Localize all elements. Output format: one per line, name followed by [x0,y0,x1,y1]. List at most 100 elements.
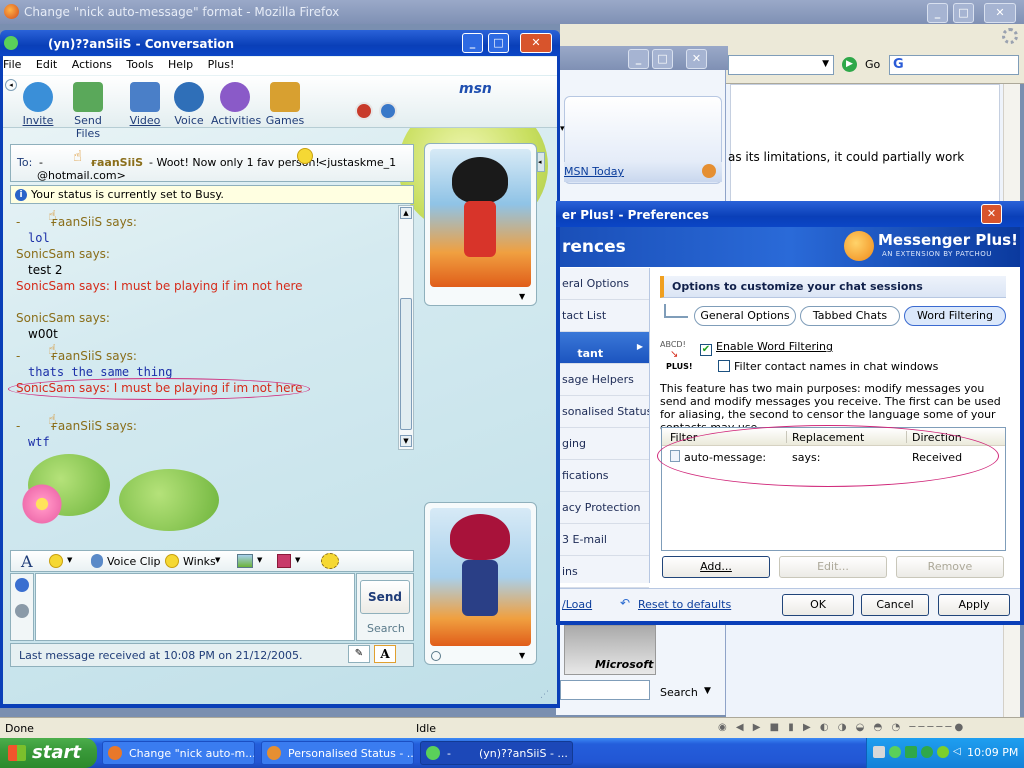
media-controls[interactable]: ◉ ◀ ▶ ■ ▮ ▶ ◐ ◑ ◒ ◓ ◔ ─────● [718,722,1008,735]
cancel-button[interactable]: Cancel [861,594,929,616]
message-input[interactable] [35,573,355,641]
winks-button[interactable]: Winks [183,555,216,568]
nav-personalised-status[interactable]: sonalised Status [560,396,649,428]
nav-message-helpers[interactable]: sage Helpers [560,364,649,396]
nav-notifications[interactable]: fications [560,460,649,492]
scroll-up-icon[interactable]: ▲ [400,207,412,219]
edit-button[interactable]: Edit... [779,556,887,578]
taskbar-firefox-button[interactable]: Change "nick auto-m... [102,741,255,765]
firefox-close-button[interactable]: ✕ [984,3,1016,23]
nav-instant-messages[interactable]: tant essages ▶ [560,332,649,364]
scroll-thumb[interactable] [400,298,412,430]
menu-help[interactable]: Help [168,58,193,71]
remove-button[interactable]: Remove [896,556,1004,578]
gift-dropdown-icon[interactable]: ▼ [295,556,300,564]
prefs-close-button[interactable]: ✕ [981,204,1002,224]
tray-shield-icon[interactable] [905,746,917,758]
tray-network-icon[interactable] [873,746,885,758]
nudge-icon[interactable] [321,553,339,569]
personalised-maximize-button[interactable]: □ [652,49,673,69]
firefox-search-field[interactable]: G [889,55,1019,75]
voice-button[interactable]: Voice [171,82,207,127]
menu-tools[interactable]: Tools [126,58,153,71]
block-icon[interactable] [355,102,373,120]
tab-word-filtering[interactable]: Word Filtering [904,306,1006,326]
firefox-maximize-button[interactable]: □ [953,3,974,23]
firefox-minimize-button[interactable]: _ [927,3,948,23]
personalised-search-field[interactable] [560,680,650,700]
to-bar-collapse-icon[interactable]: ◂ [537,152,545,172]
voice-clip-button[interactable]: Voice Clip [107,555,161,568]
background-dropdown-icon[interactable]: ▼ [257,556,262,564]
msn-today-link[interactable]: MSN Today [564,162,722,182]
nav-general-options[interactable]: eral Options [560,268,649,300]
save-load-link[interactable]: /Load [562,598,592,611]
nav-plugins[interactable]: ins [560,556,649,588]
invite-button[interactable]: Invite [19,82,57,127]
personalised-search-arrow-icon[interactable]: ▼ [704,686,711,696]
winks-dropdown-icon[interactable]: ▼ [215,556,220,564]
toolbar-collapse-icon[interactable]: ◂ [5,79,17,91]
handwriting-mode-icon[interactable]: ✎ [348,645,370,663]
conversation-maximize-button[interactable]: □ [488,33,509,53]
taskbar-personalised-button[interactable]: Personalised Status - ... [261,741,414,765]
chat-scrollbar[interactable]: ▲ ▼ [398,205,414,450]
send-button[interactable]: Send [360,580,410,614]
background-image-icon[interactable] [237,554,253,568]
resize-grip-icon[interactable]: ⋰ [540,690,549,700]
tray-volume-icon[interactable]: ◁ [953,746,965,758]
go-button[interactable]: ▶ Go [842,56,884,74]
menu-edit[interactable]: Edit [36,58,57,71]
ok-button[interactable]: OK [782,594,854,616]
nav-contact-list[interactable]: tact List [560,300,649,332]
taskbar-conversation-button[interactable]: - (yn)??anSiiS - ... [420,741,573,765]
nav-logging[interactable]: ging [560,428,649,460]
conversation-titlebar[interactable]: (yn)??anSiiS - Conversation _ □ ✕ [0,30,560,56]
send-files-button[interactable]: Send Files [61,82,115,140]
tab-tabbed-chats[interactable]: Tabbed Chats [800,306,900,326]
user-status-icon[interactable] [431,651,441,661]
emoticon-dropdown-icon[interactable]: ▼ [67,556,72,564]
contact-display-picture[interactable]: ▼ [424,143,537,306]
emoticon-button[interactable] [49,554,63,568]
menu-plus[interactable]: Plus! [208,58,235,71]
video-button[interactable]: Video [127,82,163,127]
prefs-titlebar[interactable]: er Plus! - Preferences ✕ [556,201,1024,227]
games-button[interactable]: Games [265,82,305,127]
gift-icon[interactable] [277,554,291,568]
menu-file[interactable]: File [3,58,21,71]
enable-word-filtering-checkbox[interactable]: ✔ Enable Word Filtering [700,340,833,356]
tray-power-icon[interactable] [937,746,949,758]
chat-history[interactable] [3,205,398,450]
reset-defaults-link[interactable]: Reset to defaults [638,598,731,611]
background-icon[interactable] [379,102,397,120]
activities-button[interactable]: Activities [211,82,261,127]
nav-privacy-protection[interactable]: acy Protection [560,492,649,524]
start-button[interactable]: start [0,738,97,768]
scroll-down-icon[interactable]: ▼ [400,435,412,447]
tab-general-options[interactable]: General Options [694,306,796,326]
nav-pop3-email[interactable]: 3 E-mail [560,524,649,556]
add-button[interactable]: Add... [662,556,770,578]
filter-contact-names-checkbox[interactable]: Filter contact names in chat windows [718,360,938,373]
firefox-url-dropdown[interactable]: ▼ [728,55,834,75]
contact-picture-menu-icon[interactable]: ▼ [519,292,525,301]
font-button[interactable]: A [21,552,33,571]
personalised-search-button[interactable]: Search [660,686,698,699]
user-picture-menu-icon[interactable]: ▼ [519,651,525,660]
tray-messenger-icon[interactable] [889,746,901,758]
personalised-close-button[interactable]: ✕ [686,49,707,69]
menu-actions[interactable]: Actions [72,58,112,71]
conversation-close-button[interactable]: ✕ [520,33,552,53]
search-button[interactable]: Search [367,622,405,635]
personalised-minimize-button[interactable]: _ [628,49,649,69]
butterfly-compose-icon[interactable] [15,578,29,592]
text-mode-icon[interactable]: A [374,645,396,663]
apply-button[interactable]: Apply [938,594,1010,616]
personalised-window-titlebar[interactable]: _ □ ✕ [556,46,728,70]
user-display-picture[interactable]: ▼ [424,502,537,665]
firefox-titlebar[interactable]: Change "nick auto-message" format - Mozi… [0,0,1024,24]
handwriting-icon[interactable] [15,604,29,618]
tray-plus-icon[interactable] [921,746,933,758]
conversation-minimize-button[interactable]: _ [462,33,483,53]
